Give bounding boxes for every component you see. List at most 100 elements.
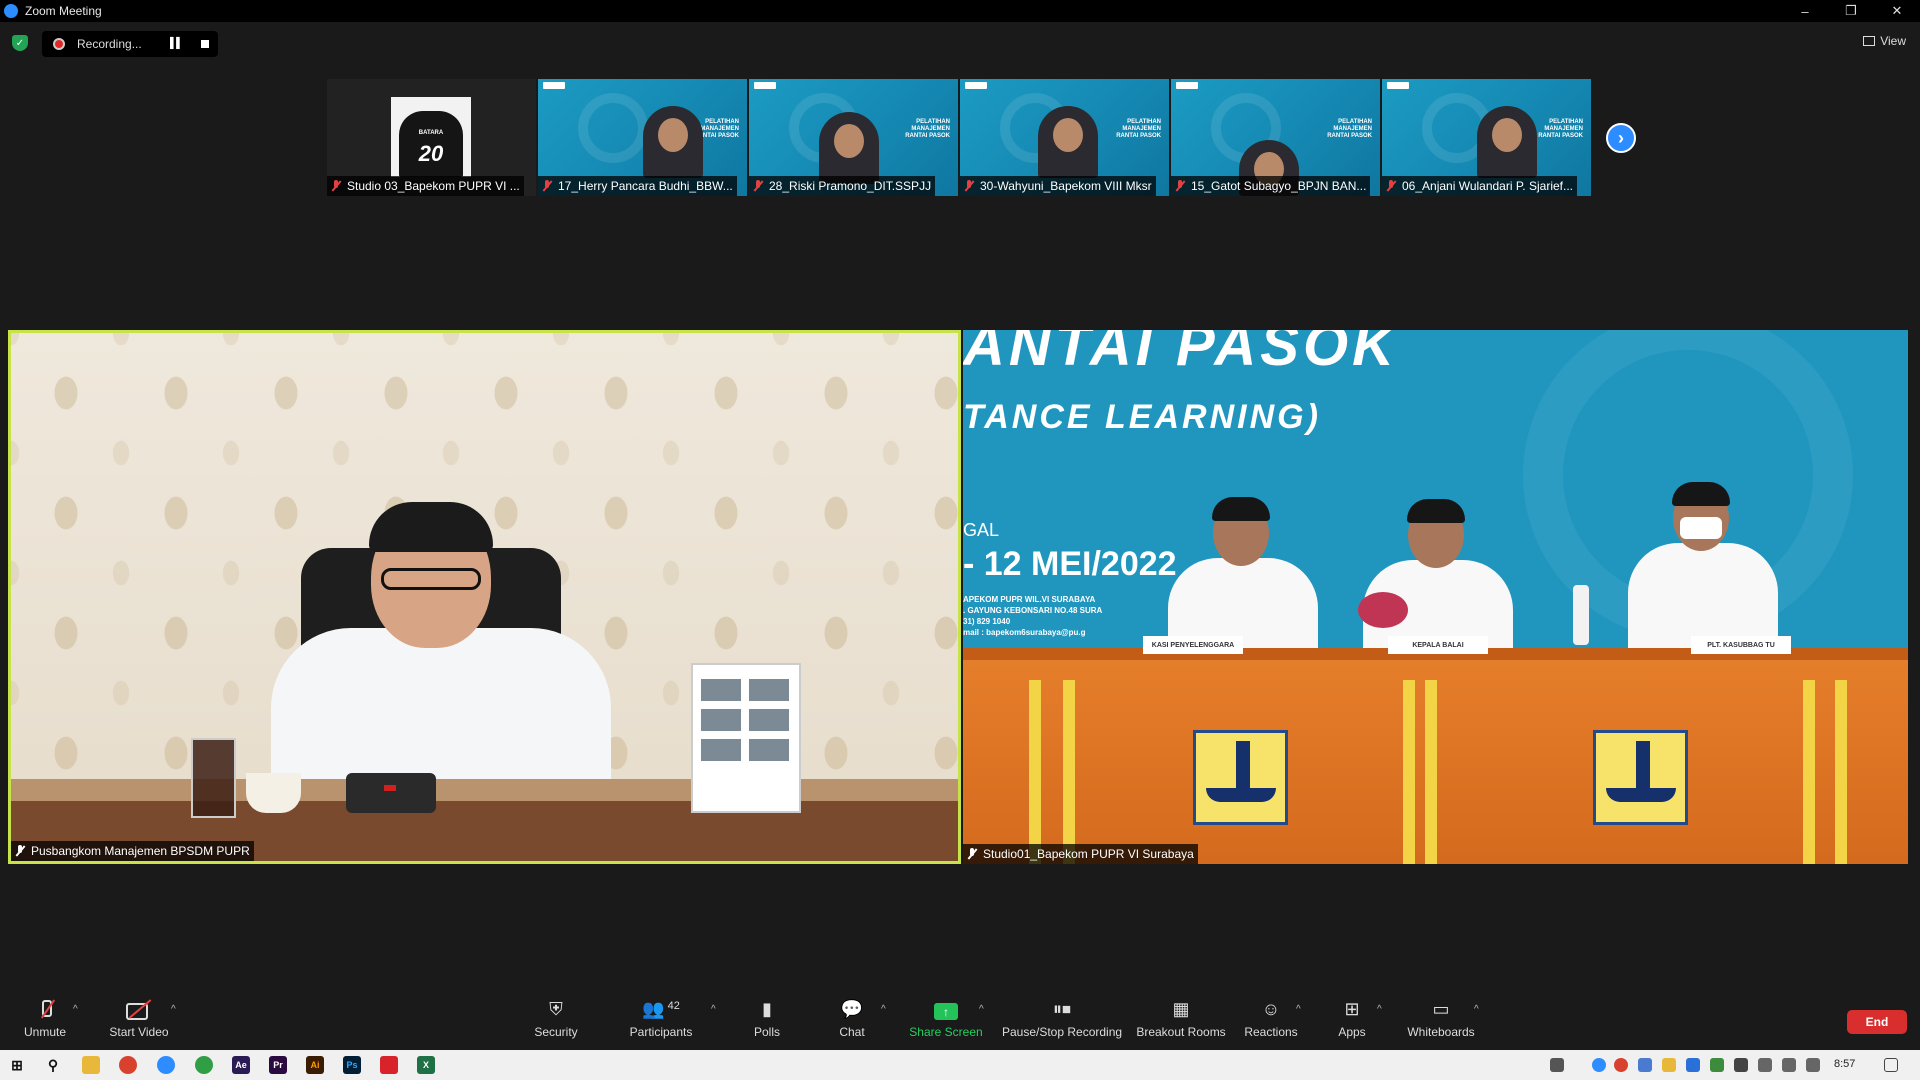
volume-icon[interactable] xyxy=(1782,1058,1796,1072)
video-options-caret-icon[interactable]: ^ xyxy=(171,1004,176,1015)
reactions-button[interactable]: ☺ Reactions xyxy=(1244,994,1297,1046)
muted-mic-icon xyxy=(753,180,763,192)
pause-recording-icon[interactable]: ▌▌ xyxy=(170,38,183,49)
slogan-text: PELATIHAN MANAJEMEN RANTAI PASOK xyxy=(1538,119,1583,139)
pause-stop-recording-button[interactable]: ⏸⏹ Pause/Stop Recording xyxy=(1002,994,1122,1046)
muted-mic-icon xyxy=(1175,180,1185,192)
participant-thumbnail[interactable]: PELATIHAN MANAJEMEN RANTAI PASOK 06_Anja… xyxy=(1382,79,1591,196)
meeting-top-bar: ✓ Recording... ▌▌ View xyxy=(0,22,1920,64)
battery-icon[interactable] xyxy=(1758,1058,1772,1072)
participant-name: 17_Herry Pancara Budhi_BBW... xyxy=(558,179,733,193)
chrome-tray-icon[interactable] xyxy=(1614,1058,1628,1072)
share-options-caret-icon[interactable]: ^ xyxy=(979,1004,984,1015)
banner-title: ANTAI PASOK xyxy=(963,330,1398,378)
sanitizer-bottle xyxy=(1573,585,1589,645)
nameplate: KEPALA BALAI xyxy=(1388,636,1488,654)
participant-thumbnail[interactable]: PELATIHAN MANAJEMEN RANTAI PASOK 28_Risk… xyxy=(749,79,958,196)
desk-calendar xyxy=(691,663,801,813)
participants-icon: 👥 xyxy=(642,999,665,1019)
participant-name-tag: 06_Anjani Wulandari P. Sjarief... xyxy=(1382,176,1577,196)
chat-button[interactable]: 💬 Chat xyxy=(836,994,868,1046)
chrome-icon[interactable] xyxy=(119,1056,137,1074)
chat-caret-icon[interactable]: ^ xyxy=(881,1004,886,1015)
stop-recording-icon[interactable] xyxy=(201,40,209,48)
maps-icon[interactable] xyxy=(195,1056,213,1074)
slogan-text: PELATIHAN MANAJEMEN RANTAI PASOK xyxy=(1327,119,1372,139)
breakout-grid-icon: ▦ xyxy=(1172,999,1190,1019)
close-button[interactable]: ✕ xyxy=(1874,0,1920,22)
start-video-button[interactable]: Start Video xyxy=(106,994,172,1046)
acrobat-icon[interactable] xyxy=(380,1056,398,1074)
participants-count: 42 xyxy=(667,1000,680,1012)
pause-stop-icon: ⏸⏹ xyxy=(1053,999,1071,1019)
premiere-icon[interactable]: Pr xyxy=(269,1056,287,1074)
participant-name: 06_Anjani Wulandari P. Sjarief... xyxy=(1402,179,1573,193)
bluetooth-icon[interactable] xyxy=(1686,1058,1700,1072)
participant-video-person xyxy=(1477,106,1537,178)
pu-logo-icon xyxy=(543,82,565,89)
zoom-icon[interactable] xyxy=(157,1056,175,1074)
polls-button[interactable]: ▮ Polls xyxy=(750,994,784,1046)
folder-tray-icon[interactable] xyxy=(1662,1058,1676,1072)
unmute-button[interactable]: Unmute xyxy=(20,994,70,1046)
display-icon[interactable] xyxy=(1806,1058,1820,1072)
view-button[interactable]: View xyxy=(1863,34,1906,48)
taskbar-clock[interactable]: 8:57 xyxy=(1834,1058,1855,1070)
security-button[interactable]: ⛨ Security xyxy=(530,994,582,1046)
participant-thumbnail[interactable]: PELATIHAN MANAJEMEN RANTAI PASOK 17_Herr… xyxy=(538,79,747,196)
pu-emblem-icon xyxy=(1593,730,1688,825)
muted-mic-icon xyxy=(15,845,25,857)
chat-bubble-icon: 💬 xyxy=(840,999,864,1019)
illustrator-icon[interactable]: Ai xyxy=(306,1056,324,1074)
participants-button[interactable]: 👥 42 Participants xyxy=(628,994,694,1046)
participant-name-tag: Pusbangkom Manajemen BPSDM PUPR xyxy=(11,841,254,861)
nameplate: KASI PENYELENGGARA xyxy=(1143,636,1243,654)
muted-mic-icon xyxy=(542,180,552,192)
excel-icon[interactable]: X xyxy=(417,1056,435,1074)
file-explorer-icon[interactable] xyxy=(82,1056,100,1074)
participant-thumbnail[interactable]: BATARA 20 Studio 03_Bapekom PUPR VI ... xyxy=(327,79,536,196)
apps-caret-icon[interactable]: ^ xyxy=(1377,1004,1382,1015)
after-effects-icon[interactable]: Ae xyxy=(232,1056,250,1074)
participant-main-video[interactable]: ANTAI PASOK TANCE LEARNING) GAL - 12 MEI… xyxy=(963,330,1908,864)
whiteboards-caret-icon[interactable]: ^ xyxy=(1474,1004,1479,1015)
participant-thumbnail[interactable]: PELATIHAN MANAJEMEN RANTAI PASOK 30-Wahy… xyxy=(960,79,1169,196)
participant-thumbnail[interactable]: PELATIHAN MANAJEMEN RANTAI PASOK 15_Gato… xyxy=(1171,79,1380,196)
windows-start-icon[interactable]: ⊞ xyxy=(8,1056,26,1074)
participant-video-person xyxy=(1038,106,1098,178)
photoshop-icon[interactable]: Ps xyxy=(343,1056,361,1074)
muted-mic-icon xyxy=(1386,180,1396,192)
pu-logo-icon xyxy=(965,82,987,89)
keyboard-icon[interactable] xyxy=(1550,1058,1564,1072)
nvidia-icon[interactable] xyxy=(1710,1058,1724,1072)
banner-date: - 12 MEI/2022 xyxy=(963,545,1177,583)
search-icon[interactable]: ⚲ xyxy=(44,1056,62,1074)
notifications-icon[interactable] xyxy=(1884,1058,1898,1072)
zoom-tray-icon[interactable] xyxy=(1592,1058,1606,1072)
next-page-arrow-icon[interactable]: › xyxy=(1606,123,1636,153)
audio-options-caret-icon[interactable]: ^ xyxy=(73,1004,78,1015)
grid-view-icon xyxy=(1863,36,1876,46)
network-tray-icon[interactable] xyxy=(1638,1058,1652,1072)
active-speaker-video[interactable]: Pusbangkom Manajemen BPSDM PUPR xyxy=(8,330,961,864)
encryption-shield-icon[interactable]: ✓ xyxy=(12,35,28,51)
security-shield-icon: ⛨ xyxy=(549,999,563,1019)
view-label: View xyxy=(1880,34,1906,48)
participants-caret-icon[interactable]: ^ xyxy=(711,1004,716,1015)
microphone-tray-icon[interactable] xyxy=(1734,1058,1748,1072)
share-screen-button[interactable]: ↑ Share Screen xyxy=(909,994,983,1046)
pu-logo-icon xyxy=(754,82,776,89)
slogan-text: PELATIHAN MANAJEMEN RANTAI PASOK xyxy=(1116,119,1161,139)
breakout-rooms-button[interactable]: ▦ Breakout Rooms xyxy=(1136,994,1225,1046)
slogan-text: PELATIHAN MANAJEMEN RANTAI PASOK xyxy=(905,119,950,139)
restore-button[interactable]: ❐ xyxy=(1828,0,1874,22)
glass-mug xyxy=(191,738,236,818)
whiteboards-button[interactable]: ▭ Whiteboards xyxy=(1406,994,1476,1046)
minimize-button[interactable]: – xyxy=(1782,0,1828,22)
end-meeting-button[interactable]: End xyxy=(1847,1010,1907,1034)
reactions-caret-icon[interactable]: ^ xyxy=(1296,1004,1301,1015)
jersey-profile-image: BATARA 20 xyxy=(391,97,471,177)
recording-indicator: Recording... ▌▌ xyxy=(42,31,218,57)
pu-logo-icon xyxy=(1387,82,1409,89)
apps-button[interactable]: ⊞ Apps xyxy=(1337,994,1367,1046)
